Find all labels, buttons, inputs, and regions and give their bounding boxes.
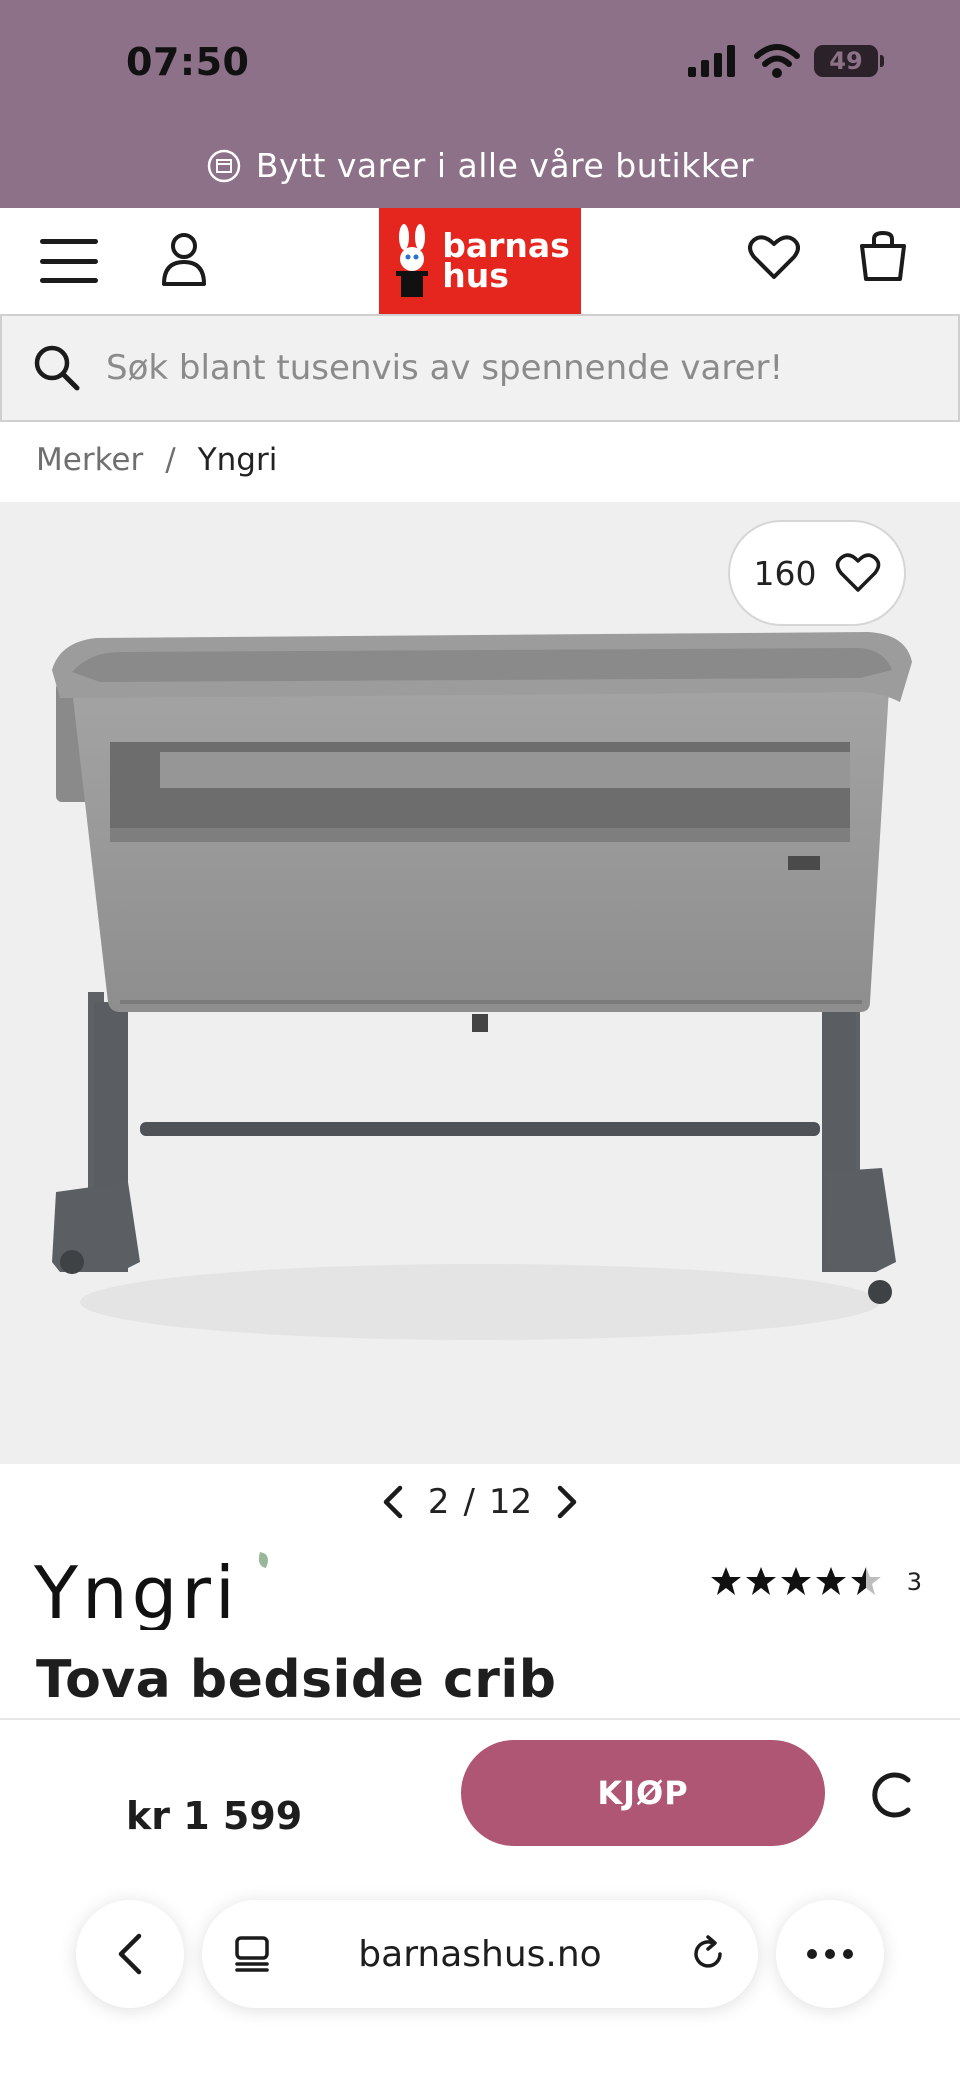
chevron-left-icon [118,1933,142,1975]
chevron-right-icon[interactable] [556,1484,580,1520]
browser-toolbar: barnashus.no [0,1880,960,2020]
signal-icon [688,45,735,77]
status-time: 07:50 [126,40,250,84]
review-count: 3 [906,1568,922,1596]
browser-back-button[interactable] [76,1900,184,2008]
search-bar[interactable]: Søk blant tusenvis av spennende varer! [0,314,960,422]
promo-text: Bytt varer i alle våre butikker [255,146,755,185]
tab-overview-icon[interactable] [232,1934,272,1974]
shopping-bag-icon[interactable] [858,230,908,282]
heart-icon [835,553,880,592]
url-text: barnashus.no [358,1933,602,1975]
wifi-icon [754,44,800,78]
address-bar[interactable]: barnashus.no [202,1900,758,2008]
pager-total: 12 [488,1482,533,1522]
favorite-count: 160 [753,553,817,593]
chevron-left-icon[interactable] [380,1484,404,1520]
rating[interactable]: 3 [710,1566,922,1598]
buy-button[interactable]: KJØP [461,1740,825,1846]
breadcrumb-separator: / [165,442,176,478]
user-icon[interactable] [160,230,208,290]
breadcrumb-current: Yngri [197,442,278,478]
star-rating-icon [710,1567,881,1595]
search-input[interactable]: Søk blant tusenvis av spennende varer! [106,348,783,388]
reload-icon[interactable] [688,1934,728,1974]
menu-icon[interactable] [40,239,98,283]
battery-indicator: 49 [814,45,884,77]
favorite-count-pill[interactable]: 160 [728,520,906,626]
more-dots-icon [807,1949,853,1959]
logo-wordmark: barnas hus [442,226,570,295]
svg-text:Yngri: Yngri [34,1551,239,1630]
pager-separator: / [463,1482,475,1522]
loading-spinner-icon [872,1772,911,1818]
breadcrumb-link-merker[interactable]: Merker [36,442,143,478]
product-image [52,632,912,1340]
product-title: Tova bedside crib [36,1650,557,1710]
yngri-brand-logo[interactable]: Yngri [34,1548,274,1630]
status-icons: 49 [688,44,884,78]
browser-more-button[interactable] [776,1900,884,2008]
product-price: kr 1 599 [126,1794,303,1838]
barnashus-logo[interactable]: barnas hus [379,208,581,314]
promo-banner[interactable]: Bytt varer i alle våre butikker [0,146,960,185]
site-header: barnas hus [0,208,960,314]
product-image-gallery[interactable]: 160 [0,502,960,1464]
rabbit-hat-logo-icon [396,224,429,297]
top-band: 07:50 49 Bytt varer i alle våre butikker [0,0,960,208]
exchange-box-icon [207,149,241,182]
wishlist-heart-icon[interactable] [748,233,800,281]
pager-current: 2 [427,1482,450,1522]
search-icon [34,345,80,391]
breadcrumb: Merker / Yngri [36,442,277,478]
image-pager: 2 / 12 [0,1482,960,1522]
